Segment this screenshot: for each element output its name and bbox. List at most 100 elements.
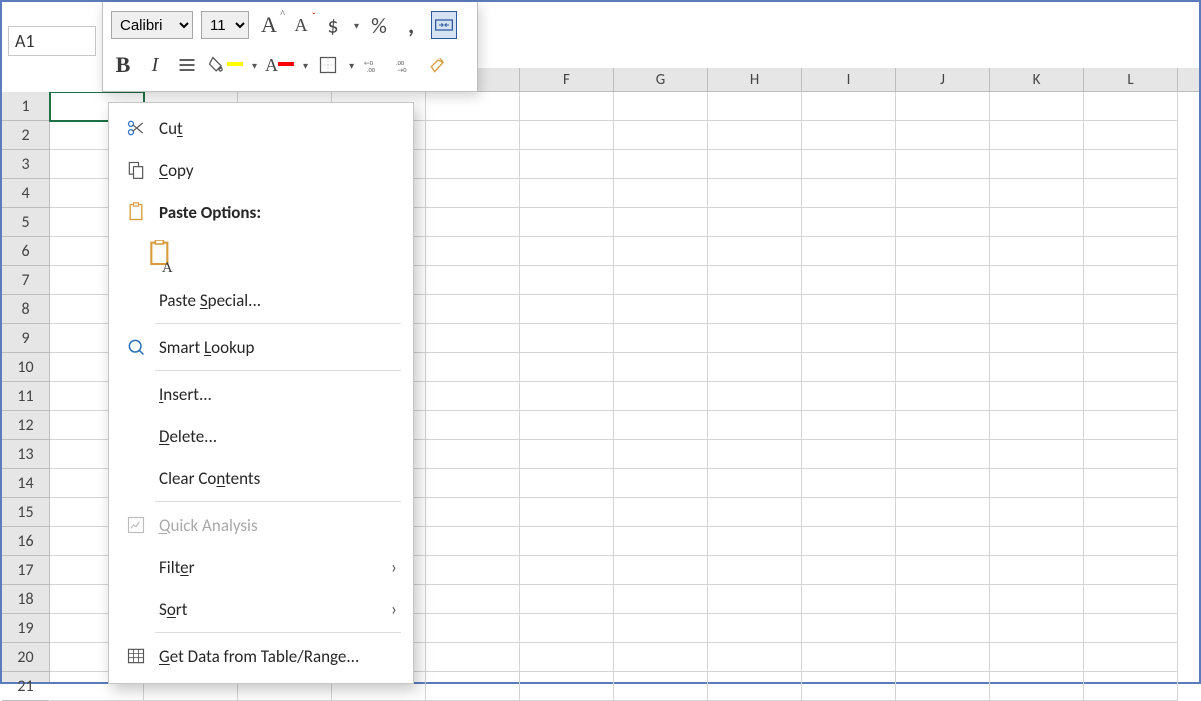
- cell[interactable]: [520, 585, 614, 614]
- cell[interactable]: [614, 498, 708, 527]
- percent-format-button[interactable]: %: [367, 11, 391, 39]
- cell[interactable]: [614, 295, 708, 324]
- cell[interactable]: [1084, 266, 1178, 295]
- cell[interactable]: [708, 295, 802, 324]
- cell[interactable]: [1084, 643, 1178, 672]
- comma-format-button[interactable]: ,: [399, 11, 423, 39]
- cell[interactable]: [802, 92, 896, 121]
- cell[interactable]: [802, 469, 896, 498]
- row-header[interactable]: 14: [2, 469, 49, 498]
- row-header[interactable]: 15: [2, 498, 49, 527]
- cell[interactable]: [990, 440, 1084, 469]
- column-header[interactable]: F: [520, 68, 614, 91]
- cell[interactable]: [426, 353, 520, 382]
- cell[interactable]: [1084, 382, 1178, 411]
- row-header[interactable]: 2: [2, 121, 49, 150]
- cell[interactable]: [520, 440, 614, 469]
- cell[interactable]: [1084, 614, 1178, 643]
- cell[interactable]: [614, 411, 708, 440]
- fill-color-dropdown[interactable]: ▾: [252, 59, 257, 72]
- format-painter-button[interactable]: [426, 51, 450, 79]
- increase-decimal-button[interactable]: ←0.00: [362, 51, 386, 79]
- cell[interactable]: [896, 556, 990, 585]
- cell[interactable]: [520, 150, 614, 179]
- cell[interactable]: [1084, 585, 1178, 614]
- cell[interactable]: [1084, 179, 1178, 208]
- cell[interactable]: [990, 150, 1084, 179]
- cell[interactable]: [802, 643, 896, 672]
- cell[interactable]: [708, 440, 802, 469]
- merge-center-button[interactable]: [431, 11, 457, 39]
- cell[interactable]: [990, 411, 1084, 440]
- cell[interactable]: [896, 353, 990, 382]
- cell[interactable]: [1084, 498, 1178, 527]
- cell[interactable]: [990, 324, 1084, 353]
- cell[interactable]: [802, 527, 896, 556]
- cell[interactable]: [708, 411, 802, 440]
- menu-clear-contents[interactable]: Clear Contents: [109, 457, 413, 499]
- cell[interactable]: [614, 266, 708, 295]
- menu-delete[interactable]: Delete...: [109, 415, 413, 457]
- row-header[interactable]: 19: [2, 614, 49, 643]
- cell[interactable]: [990, 121, 1084, 150]
- cell[interactable]: [708, 498, 802, 527]
- font-name-select[interactable]: Calibri: [111, 11, 193, 39]
- cell[interactable]: [614, 643, 708, 672]
- cell[interactable]: [708, 585, 802, 614]
- decrease-font-button[interactable]: Aˇ: [289, 11, 313, 39]
- row-header[interactable]: 10: [2, 353, 49, 382]
- cell[interactable]: [708, 121, 802, 150]
- cell[interactable]: [520, 643, 614, 672]
- cell[interactable]: [896, 295, 990, 324]
- cell[interactable]: [896, 121, 990, 150]
- cell[interactable]: [990, 527, 1084, 556]
- cell[interactable]: [520, 179, 614, 208]
- cell[interactable]: [896, 237, 990, 266]
- row-header[interactable]: 18: [2, 585, 49, 614]
- cell[interactable]: [520, 208, 614, 237]
- cell[interactable]: [614, 614, 708, 643]
- cell[interactable]: [896, 585, 990, 614]
- cell[interactable]: [426, 295, 520, 324]
- cell[interactable]: [708, 324, 802, 353]
- menu-get-data[interactable]: Get Data from Table/Range...: [109, 635, 413, 677]
- row-header[interactable]: 20: [2, 643, 49, 672]
- cell[interactable]: [520, 121, 614, 150]
- cell[interactable]: [708, 150, 802, 179]
- cell[interactable]: [896, 179, 990, 208]
- cell[interactable]: [802, 411, 896, 440]
- menu-filter[interactable]: Filter ›: [109, 546, 413, 588]
- cell[interactable]: [426, 382, 520, 411]
- row-header[interactable]: 17: [2, 556, 49, 585]
- cell[interactable]: [708, 614, 802, 643]
- cell[interactable]: [1084, 353, 1178, 382]
- cell[interactable]: [802, 353, 896, 382]
- cell[interactable]: [1084, 92, 1178, 121]
- cell[interactable]: [1084, 324, 1178, 353]
- cell[interactable]: [614, 527, 708, 556]
- cell[interactable]: [1084, 440, 1178, 469]
- cell[interactable]: [708, 266, 802, 295]
- cell[interactable]: [990, 382, 1084, 411]
- name-box[interactable]: A1: [8, 26, 96, 56]
- cell[interactable]: [990, 295, 1084, 324]
- font-color-button[interactable]: A: [265, 51, 294, 79]
- cell[interactable]: [896, 614, 990, 643]
- cell[interactable]: [614, 208, 708, 237]
- menu-sort[interactable]: Sort ›: [109, 588, 413, 630]
- cell[interactable]: [614, 556, 708, 585]
- cell[interactable]: [614, 585, 708, 614]
- row-header[interactable]: 1: [2, 92, 49, 121]
- cell[interactable]: [520, 411, 614, 440]
- cell[interactable]: [990, 585, 1084, 614]
- cell[interactable]: [426, 266, 520, 295]
- cell[interactable]: [990, 614, 1084, 643]
- cell[interactable]: [802, 498, 896, 527]
- cell[interactable]: [802, 208, 896, 237]
- cell[interactable]: [990, 353, 1084, 382]
- cell[interactable]: [520, 527, 614, 556]
- row-header[interactable]: 7: [2, 266, 49, 295]
- paste-keep-text-button[interactable]: A: [145, 238, 179, 274]
- cell[interactable]: [990, 672, 1084, 701]
- cell[interactable]: [802, 295, 896, 324]
